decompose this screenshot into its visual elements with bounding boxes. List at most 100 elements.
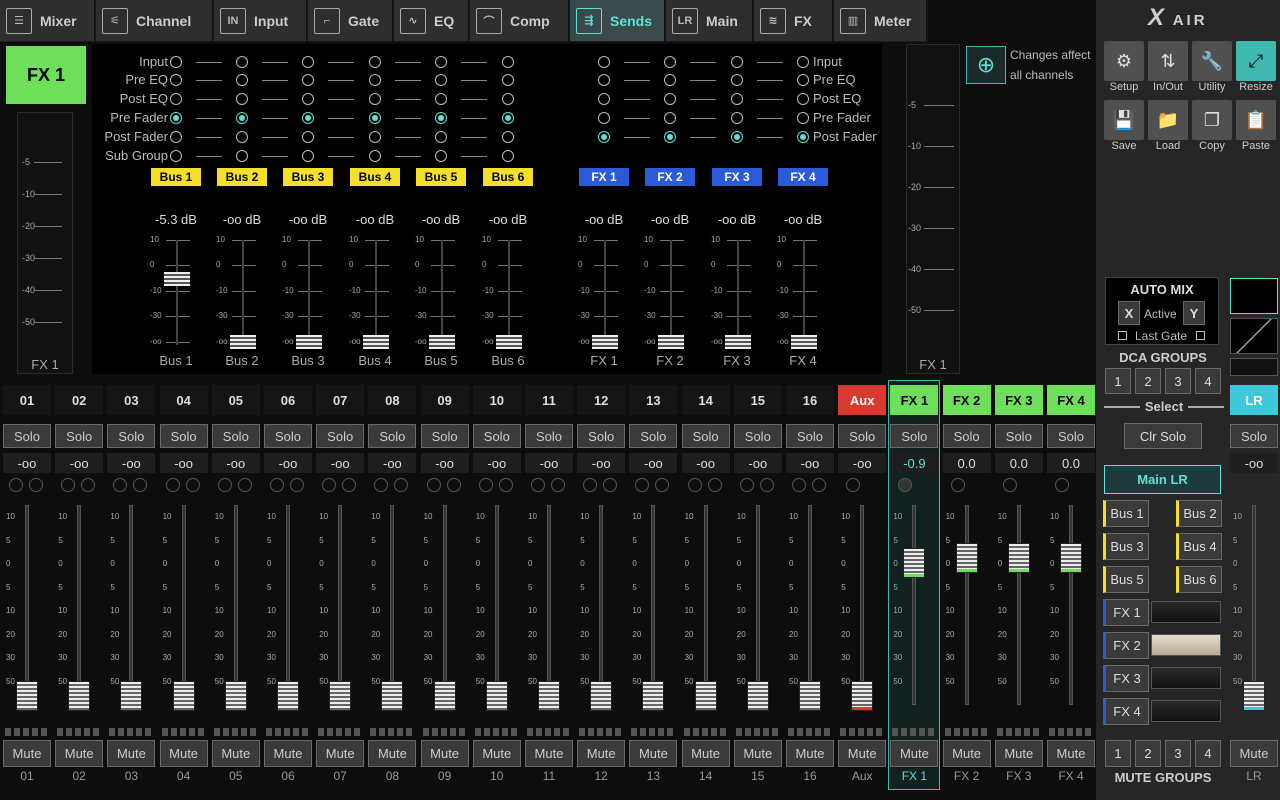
channel-fader[interactable] — [694, 681, 717, 711]
solo-button[interactable]: Solo — [525, 424, 573, 448]
pan-knob[interactable] — [270, 478, 284, 492]
tab-comp[interactable]: ⌒ Comp — [470, 0, 569, 41]
tap-radio[interactable] — [502, 93, 514, 105]
channel-fader[interactable] — [1060, 543, 1082, 573]
mute-button[interactable]: Mute — [681, 740, 730, 767]
channel-fader[interactable] — [381, 681, 404, 711]
tap-radio[interactable] — [502, 150, 514, 162]
channel-fader[interactable] — [16, 681, 38, 711]
tap-radio[interactable] — [369, 56, 381, 68]
lr-mute-button[interactable]: Mute — [1230, 740, 1278, 767]
channel-fader[interactable] — [590, 681, 613, 711]
last-gate-x-checkbox[interactable] — [1118, 331, 1127, 340]
pan-knob[interactable] — [1055, 478, 1069, 492]
resize-button[interactable]: ⤢ — [1236, 41, 1276, 81]
tab-channel[interactable]: ⚟ Channel — [96, 0, 213, 41]
pan-knob[interactable] — [1002, 478, 1017, 492]
lr-fader[interactable] — [1243, 681, 1265, 711]
bus-target-button[interactable]: Bus 5 — [1103, 566, 1149, 593]
tap-radio[interactable] — [170, 150, 182, 162]
tap-radio[interactable] — [369, 93, 381, 105]
solo-button[interactable]: Solo — [368, 424, 417, 448]
tab-sends[interactable]: ⇶ Sends — [570, 0, 665, 41]
send-target-button[interactable]: Bus 1 — [151, 168, 201, 186]
mute-button[interactable]: Mute — [316, 740, 365, 767]
gain-knob[interactable] — [707, 478, 722, 492]
channel-select-button[interactable]: 03 — [107, 385, 156, 415]
tap-radio[interactable] — [598, 56, 610, 68]
channel-select-button[interactable]: 04 — [159, 385, 208, 415]
dca-group-button[interactable]: 3 — [1165, 368, 1191, 394]
channel-select-button[interactable]: FX 4 — [1047, 385, 1095, 415]
bus-target-button[interactable]: Bus 4 — [1176, 533, 1222, 560]
gain-knob[interactable] — [446, 478, 461, 492]
pan-knob[interactable] — [950, 478, 965, 492]
tap-radio[interactable] — [435, 112, 447, 124]
mute-button[interactable]: Mute — [733, 740, 782, 767]
tap-radio[interactable] — [731, 131, 743, 143]
pan-knob[interactable] — [531, 478, 545, 492]
send-target-button[interactable]: FX 3 — [712, 168, 762, 186]
send-target-button[interactable]: FX 2 — [645, 168, 695, 186]
tap-radio[interactable] — [170, 56, 182, 68]
mute-button[interactable]: Mute — [994, 740, 1043, 767]
mute-group-button[interactable]: 2 — [1135, 740, 1161, 767]
tap-radio[interactable] — [302, 56, 314, 68]
channel-select-button[interactable]: 05 — [211, 385, 260, 415]
tap-radio[interactable] — [236, 150, 248, 162]
solo-button[interactable]: Solo — [838, 424, 887, 448]
tap-radio[interactable] — [170, 74, 182, 86]
load-button[interactable]: 📁 — [1148, 100, 1188, 140]
send-target-button[interactable]: FX 4 — [778, 168, 828, 186]
send-target-button[interactable]: Bus 6 — [483, 168, 533, 186]
tap-radio[interactable] — [731, 93, 743, 105]
mute-button[interactable]: Mute — [1047, 740, 1095, 767]
solo-button[interactable]: Solo — [681, 424, 730, 448]
pan-knob[interactable] — [217, 478, 232, 492]
dca-group-button[interactable]: 1 — [1105, 368, 1131, 394]
tap-radio[interactable] — [369, 150, 381, 162]
fx-preview-thumbnail[interactable] — [1151, 700, 1221, 722]
bus-target-button[interactable]: Bus 3 — [1103, 533, 1149, 560]
channel-select-button[interactable]: 13 — [629, 385, 678, 415]
gain-knob[interactable] — [290, 478, 304, 492]
mute-button[interactable]: Mute — [942, 740, 991, 767]
tap-radio[interactable] — [502, 74, 514, 86]
tap-radio[interactable] — [170, 93, 182, 105]
tap-radio[interactable] — [731, 112, 743, 124]
mute-button[interactable]: Mute — [890, 740, 939, 767]
channel-select-button[interactable]: 10 — [472, 385, 521, 415]
channel-select-button[interactable]: 01 — [3, 385, 51, 415]
fx-target-button[interactable]: FX 4 — [1103, 698, 1149, 725]
channel-fader[interactable] — [955, 543, 978, 573]
tap-radio[interactable] — [435, 131, 447, 143]
copy-button[interactable]: ❐ — [1192, 100, 1232, 140]
mute-button[interactable]: Mute — [786, 740, 834, 767]
globe-icon[interactable]: ⊕ — [966, 46, 1006, 84]
fx-preview-thumbnail[interactable] — [1151, 634, 1221, 656]
tap-radio[interactable] — [302, 74, 314, 86]
gain-knob[interactable] — [185, 478, 200, 492]
mini-display-2[interactable] — [1230, 318, 1278, 354]
mute-button[interactable]: Mute — [629, 740, 678, 767]
tap-radio[interactable] — [664, 74, 676, 86]
channel-select-button[interactable]: 06 — [264, 385, 312, 415]
solo-button[interactable]: Solo — [733, 424, 782, 448]
mute-group-button[interactable]: 4 — [1195, 740, 1221, 767]
send-fader[interactable] — [429, 335, 455, 349]
mute-button[interactable]: Mute — [472, 740, 521, 767]
tap-radio[interactable] — [369, 74, 381, 86]
send-target-button[interactable]: Bus 4 — [350, 168, 400, 186]
mute-button[interactable]: Mute — [525, 740, 573, 767]
channel-select-button[interactable]: 14 — [681, 385, 730, 415]
send-fader[interactable] — [363, 335, 389, 349]
solo-button[interactable]: Solo — [420, 424, 469, 448]
solo-button[interactable]: Solo — [264, 424, 312, 448]
tap-radio[interactable] — [664, 93, 676, 105]
tap-radio[interactable] — [236, 112, 248, 124]
channel-fader[interactable] — [642, 681, 665, 711]
tap-radio[interactable] — [731, 74, 743, 86]
tap-radio[interactable] — [502, 112, 514, 124]
channel-select-button[interactable]: 07 — [316, 385, 365, 415]
mini-display-3[interactable] — [1230, 358, 1278, 376]
